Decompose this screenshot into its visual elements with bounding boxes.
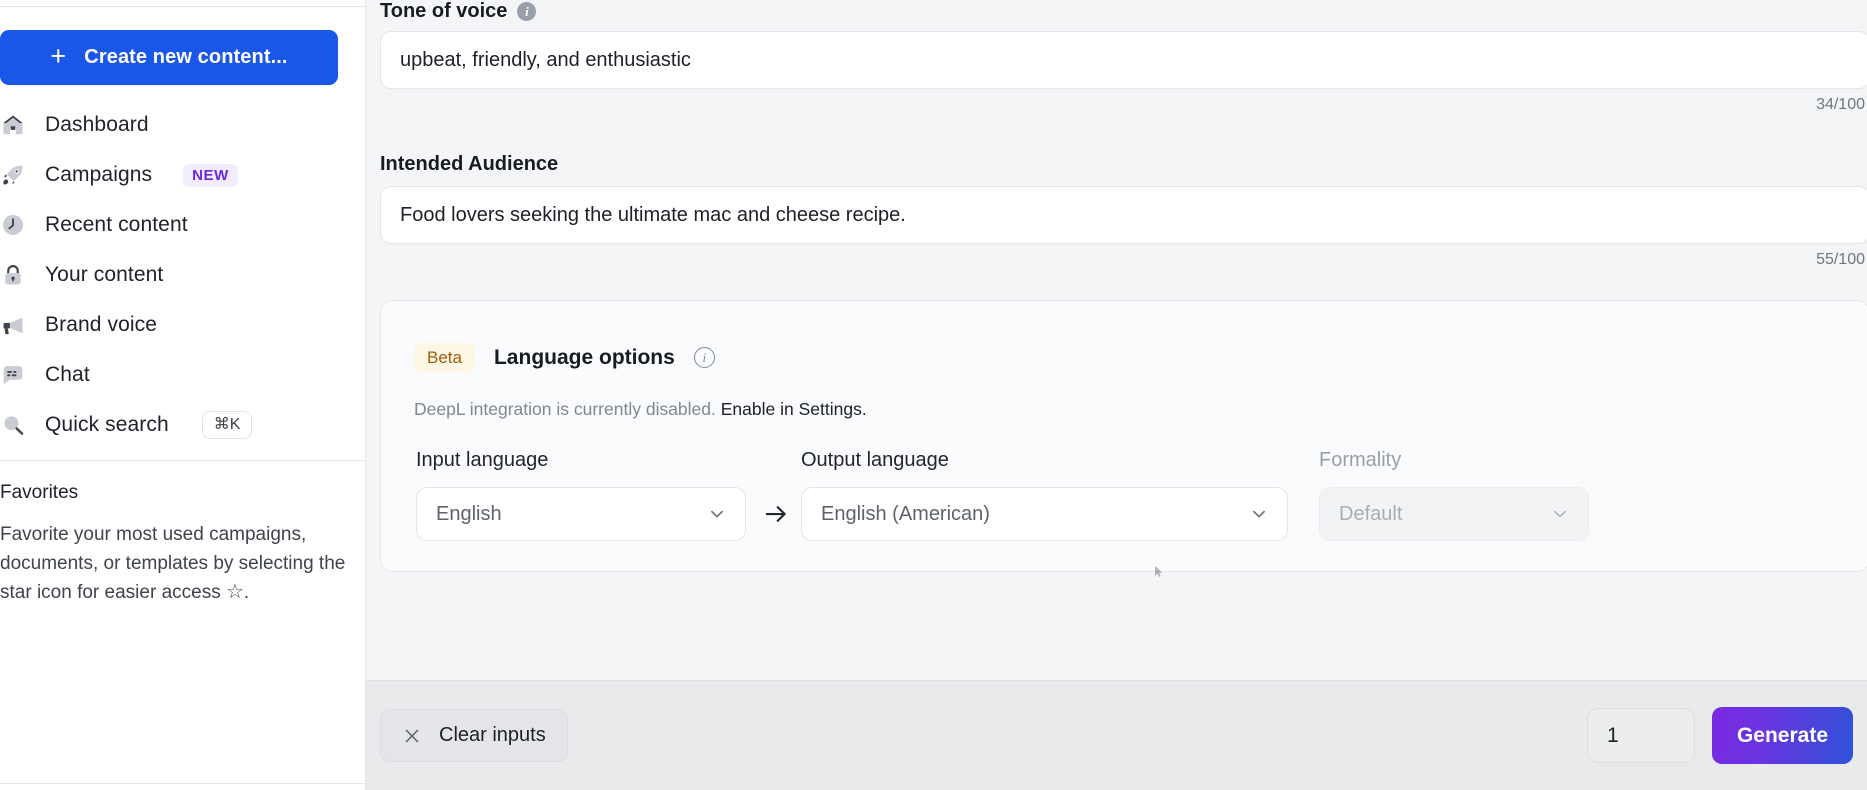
sidebar-item-campaigns[interactable]: Campaigns NEW: [0, 150, 365, 200]
deepl-status-note: DeepL integration is currently disabled.…: [414, 399, 867, 420]
rocket-icon: [0, 162, 26, 188]
chevron-down-icon: [706, 503, 728, 525]
sidebar-nav: Dashboard Campaigns NEW Recent content Y…: [0, 100, 365, 450]
enable-in-settings-link[interactable]: Enable in Settings.: [721, 399, 867, 419]
generate-button[interactable]: Generate: [1712, 707, 1853, 764]
home-icon: [0, 112, 26, 138]
cursor-pointer: [1155, 564, 1163, 577]
tone-of-voice-value: upbeat, friendly, and enthusiastic: [400, 48, 691, 71]
intended-audience-value: Food lovers seeking the ultimate mac and…: [400, 203, 906, 226]
create-new-content-label: Create new content...: [84, 46, 288, 68]
intended-audience-counter: 55/100: [1816, 251, 1865, 268]
info-icon[interactable]: i: [693, 347, 715, 368]
chevron-down-icon: [1248, 503, 1270, 525]
clock-icon: [0, 212, 26, 238]
tone-of-voice-label-text: Tone of voice: [380, 0, 508, 22]
megaphone-icon: [0, 312, 26, 338]
arrow-right-icon: [761, 499, 791, 529]
sidebar-item-chat[interactable]: Chat: [0, 350, 365, 400]
sidebar-item-label: Your content: [45, 263, 164, 286]
sidebar-item-quick-search[interactable]: Quick search ⌘K: [0, 400, 365, 450]
close-icon: [402, 726, 422, 746]
sidebar-item-recent-content[interactable]: Recent content: [0, 200, 365, 250]
sidebar-item-label: Chat: [45, 363, 90, 386]
intended-audience-label-text: Intended Audience: [380, 153, 559, 175]
output-language-label: Output language: [801, 449, 949, 471]
sidebar-item-dashboard[interactable]: Dashboard: [0, 100, 365, 150]
sidebar-item-brand-voice[interactable]: Brand voice: [0, 300, 365, 350]
sidebar-item-label: Recent content: [45, 213, 188, 236]
generation-count-input[interactable]: 1: [1587, 708, 1695, 763]
quick-search-shortcut: ⌘K: [201, 411, 253, 439]
favorites-description-period: .: [243, 582, 250, 603]
sidebar-item-label: Campaigns: [45, 163, 153, 186]
chat-bubble-icon: [0, 362, 26, 388]
formality-value: Default: [1339, 502, 1403, 525]
lock-icon: [0, 262, 26, 288]
language-options-header: Beta Language options i: [414, 343, 715, 372]
deepl-status-text: DeepL integration is currently disabled.: [414, 399, 721, 419]
clear-inputs-label: Clear inputs: [439, 724, 546, 746]
sidebar-item-label: Dashboard: [45, 113, 149, 136]
beta-badge: Beta: [414, 343, 475, 372]
input-language-select[interactable]: English: [416, 487, 746, 541]
plus-icon: +: [50, 40, 67, 71]
tone-of-voice-field: Tone of voice i: [380, 0, 1867, 23]
intended-audience-input[interactable]: Food lovers seeking the ultimate mac and…: [380, 186, 1867, 244]
favorites-description-text: Favorite your most used campaigns, docum…: [0, 524, 346, 603]
create-new-content-button[interactable]: + Create new content...: [0, 30, 338, 85]
tone-of-voice-counter: 34/100: [1816, 96, 1865, 113]
tone-of-voice-input[interactable]: upbeat, friendly, and enthusiastic: [380, 31, 1867, 89]
generate-label: Generate: [1736, 723, 1829, 747]
intended-audience-label: Intended Audience: [380, 153, 558, 176]
info-icon[interactable]: i: [517, 2, 537, 21]
chevron-down-icon: [1549, 503, 1571, 525]
language-options-title: Language options: [493, 345, 675, 369]
generation-count-value: 1: [1607, 723, 1619, 747]
sidebar-divider: [0, 460, 365, 461]
formality-label: Formality: [1319, 449, 1402, 471]
output-language-value: English (American): [821, 502, 990, 525]
tone-of-voice-label: Tone of voice i: [380, 0, 1867, 23]
favorites-description: Favorite your most used campaigns, docum…: [0, 520, 352, 607]
sidebar-item-label: Quick search: [45, 413, 169, 436]
main-content: Tone of voice i upbeat, friendly, and en…: [366, 0, 1867, 790]
favorites-heading: Favorites: [0, 482, 79, 503]
sidebar-top-divider: [0, 6, 365, 7]
formality-select: Default: [1319, 487, 1589, 541]
output-language-select[interactable]: English (American): [801, 487, 1288, 541]
language-options-card: Beta Language options i DeepL integratio…: [380, 300, 1867, 572]
input-language-label: Input language: [416, 449, 549, 471]
input-language-value: English: [436, 502, 502, 525]
sidebar-item-your-content[interactable]: Your content: [0, 250, 365, 300]
sidebar-bottom-divider: [0, 783, 365, 784]
clear-inputs-button[interactable]: Clear inputs: [380, 709, 568, 762]
sidebar-item-label: Brand voice: [45, 313, 157, 336]
bottom-action-bar: Clear inputs 1 Generate: [366, 680, 1867, 790]
sidebar: + Create new content... Dashboard Campai…: [0, 0, 366, 790]
star-icon: ☆: [225, 581, 244, 603]
app-root: + Create new content... Dashboard Campai…: [0, 0, 1867, 790]
search-icon: [0, 412, 26, 438]
campaigns-new-badge: NEW: [183, 163, 238, 187]
